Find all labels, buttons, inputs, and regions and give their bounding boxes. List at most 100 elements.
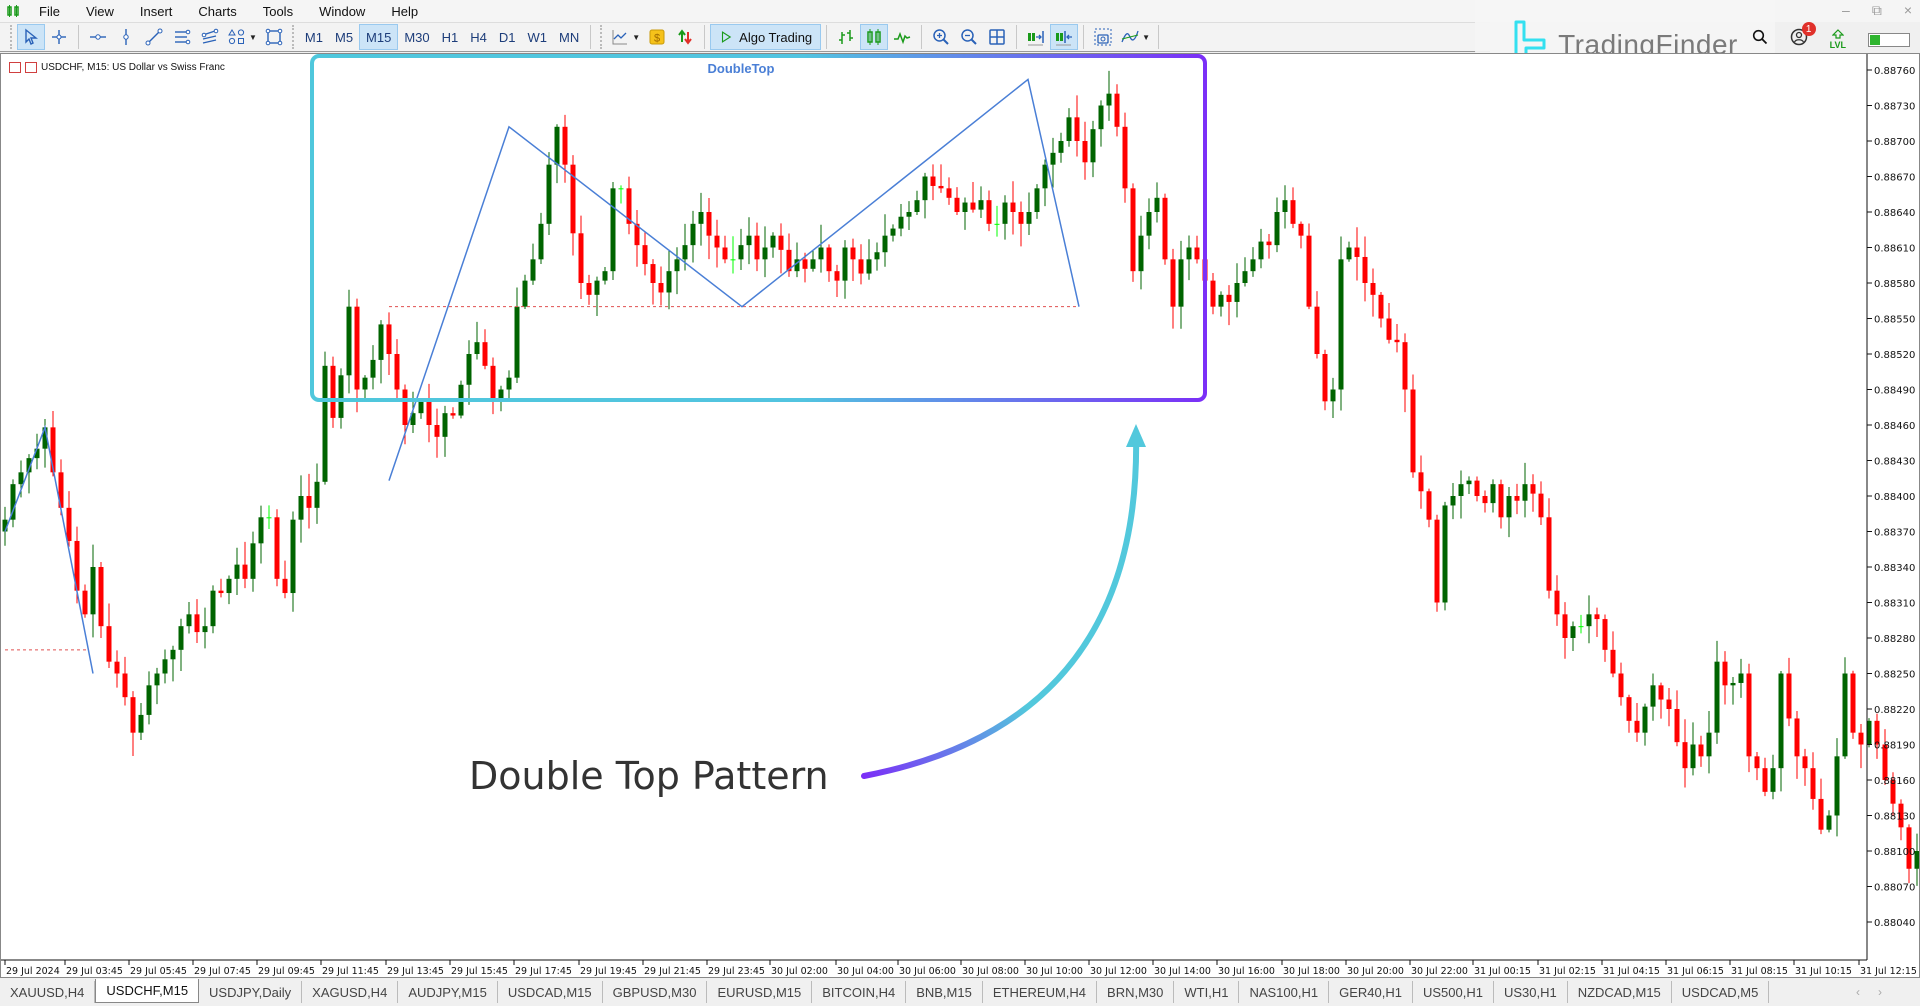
toolbar-grip[interactable] (291, 25, 295, 49)
timeframe-m5[interactable]: M5 (329, 24, 359, 50)
bar-chart-icon (839, 30, 854, 44)
tile-windows-button[interactable] (983, 24, 1011, 50)
toolbar-separator (1016, 25, 1018, 49)
candle-bearish (1210, 280, 1216, 307)
shapes-dropdown-button[interactable]: ▼ (224, 24, 260, 50)
candle-bullish (874, 252, 880, 260)
crosshair-tool-button[interactable] (45, 24, 73, 50)
price-tick-label: 0.88490 (1874, 386, 1915, 397)
chart-tab[interactable]: USDCHF,M15 (95, 979, 200, 1003)
candle-bearish (1602, 619, 1608, 650)
chart-tab[interactable]: GBPUSD,M30 (603, 981, 708, 1003)
timeframe-m15[interactable]: M15 (359, 24, 399, 50)
tab-scroll-arrows[interactable]: ‹› (1856, 985, 1900, 999)
menu-view[interactable]: View (73, 4, 127, 19)
candle-bullish (1706, 732, 1712, 757)
candle-bullish (914, 200, 920, 212)
timeframe-m30[interactable]: M30 (398, 24, 435, 50)
chart-tab[interactable]: EURUSD,M15 (707, 981, 813, 1003)
trendline-button[interactable] (140, 24, 168, 50)
zoom-out-button[interactable] (955, 24, 983, 50)
candle-bullish (1178, 259, 1184, 307)
line-chart-button[interactable] (888, 24, 916, 50)
horizontal-line-button[interactable] (84, 24, 112, 50)
candlestick-chart-button[interactable] (860, 24, 889, 50)
price-chart[interactable]: DoubleTop Double Top Pattern 0.88760 0.88… (1, 54, 1919, 977)
timeframe-h1[interactable]: H1 (436, 24, 465, 50)
play-icon (722, 31, 732, 43)
candle-bearish (114, 661, 120, 674)
toolbar-separator (1083, 25, 1085, 49)
chart-tab[interactable]: BNB,M15 (906, 981, 983, 1003)
toolbar-separator (704, 25, 706, 49)
menu-window[interactable]: Window (306, 4, 378, 19)
menu-insert[interactable]: Insert (127, 4, 186, 19)
menu-help[interactable]: Help (378, 4, 431, 19)
restore-button[interactable]: ⧉ (1872, 2, 1882, 19)
candle-bearish (242, 564, 248, 579)
indicators-dropdown-button[interactable]: ▼ (607, 24, 643, 50)
fibonacci-button[interactable] (196, 24, 224, 50)
chart-tab[interactable]: US30,H1 (1494, 981, 1568, 1003)
minimize-button[interactable]: – (1842, 2, 1850, 19)
close-button[interactable]: × (1904, 2, 1912, 19)
vertical-line-button[interactable] (112, 24, 140, 50)
chart-tab[interactable]: AUDJPY,M15 (398, 981, 498, 1003)
candle-bearish (946, 188, 952, 198)
price-tick-label: 0.88340 (1874, 563, 1915, 574)
candle-bullish (1458, 484, 1464, 496)
toolbar-grip[interactable] (10, 25, 13, 49)
chart-tab[interactable]: BRN,M30 (1097, 981, 1175, 1003)
timeframe-d1[interactable]: D1 (493, 24, 522, 50)
chart-tab[interactable]: GER40,H1 (1329, 981, 1413, 1003)
candle-bullish (1330, 389, 1336, 402)
notifications-button[interactable]: 1 (1790, 22, 1816, 51)
chart-tab[interactable]: BITCOIN,H4 (812, 981, 907, 1003)
chart-tab[interactable]: USDCAD,M5 (1672, 981, 1770, 1003)
timeframe-w1[interactable]: W1 (522, 24, 554, 50)
annotation-arrow (861, 429, 1140, 779)
chart-tab[interactable]: NZDCAD,M15 (1568, 981, 1672, 1003)
candle-bearish (1762, 768, 1768, 792)
chart-tab[interactable]: ETHEREUM,H4 (983, 981, 1098, 1003)
channel-button[interactable] (168, 24, 196, 50)
mt5-terminal: File View Insert Charts Tools Window Hel… (0, 0, 1920, 1006)
timeframe-h4[interactable]: H4 (464, 24, 493, 50)
candle-bullish (1066, 117, 1072, 141)
chart-tab[interactable]: XAUUSD,H4 (0, 981, 96, 1003)
toolbar-grip[interactable] (600, 25, 603, 49)
chart-tab[interactable]: XAGUSD,H4 (302, 981, 399, 1003)
bar-chart-button[interactable] (832, 24, 860, 50)
chart-tab[interactable]: USDCAD,M15 (498, 981, 603, 1003)
timeframe-m1[interactable]: M1 (299, 24, 329, 50)
chart-tab[interactable]: WTI,H1 (1174, 981, 1240, 1003)
auto-scroll-button[interactable] (1022, 24, 1050, 50)
candle-bearish (722, 247, 728, 260)
candle-bullish (1490, 484, 1496, 504)
chart-tab[interactable]: USDJPY,Daily (199, 981, 303, 1003)
menu-file[interactable]: File (26, 4, 73, 19)
search-button[interactable] (1752, 29, 1768, 50)
candle-bearish (426, 401, 432, 425)
zoom-in-button[interactable] (927, 24, 955, 50)
chart-window[interactable]: USDCHF, M15: US Dollar vs Swiss Franc Do… (0, 53, 1920, 978)
timeframe-mn[interactable]: MN (553, 24, 585, 50)
menu-charts[interactable]: Charts (185, 4, 249, 19)
time-axis[interactable]: 29 Jul 2024 29 Jul 03:45 29 Jul 05:45 29 Ju… (4, 960, 1917, 977)
rectangle-button[interactable] (260, 24, 288, 50)
algo-trading-button[interactable]: Algo Trading (710, 24, 822, 50)
candle-bearish (802, 259, 808, 269)
chart-shift-button[interactable] (1050, 24, 1079, 50)
menu-tools[interactable]: Tools (250, 4, 306, 19)
chart-tab[interactable]: NAS100,H1 (1239, 981, 1330, 1003)
chart-tab[interactable]: US500,H1 (1413, 981, 1494, 1003)
candle-bullish (1346, 247, 1352, 260)
buy-sell-button[interactable] (671, 24, 699, 50)
cursor-tool-button[interactable] (17, 24, 45, 50)
templates-dropdown-button[interactable]: ▼ (1117, 24, 1153, 50)
candle-bearish (1746, 673, 1752, 757)
candle-bearish (1482, 496, 1488, 504)
trade-button[interactable]: $ (643, 24, 671, 50)
screenshot-button[interactable] (1089, 24, 1117, 50)
candle-bullish (226, 578, 232, 594)
